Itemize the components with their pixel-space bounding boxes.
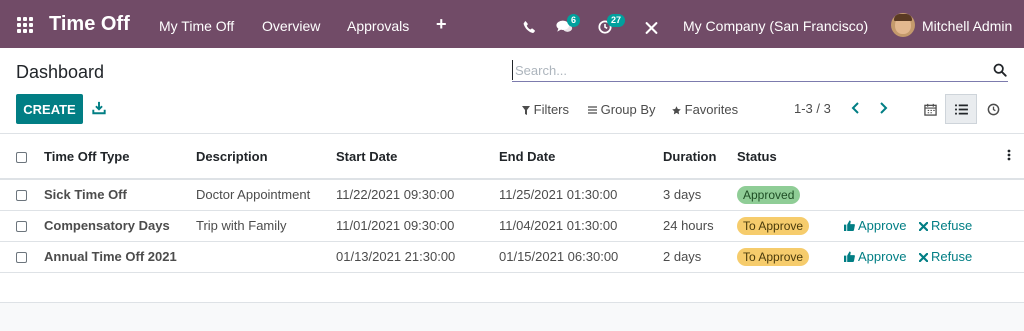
thumbs-up-icon: [844, 251, 855, 262]
table-row[interactable]: Compensatory Days Trip with Family 11/01…: [0, 210, 1024, 242]
approve-label: Approve: [858, 249, 907, 264]
row-checkbox[interactable]: [16, 190, 27, 202]
cell-end-date: 01/15/2021 06:30:00: [499, 241, 663, 273]
list-footer: [0, 302, 1024, 331]
app-title[interactable]: Time Off: [49, 13, 130, 35]
thumbs-up-icon: [844, 220, 855, 231]
phone-icon[interactable]: [523, 18, 536, 36]
status-badge: To Approve: [737, 247, 810, 266]
time-off-list: Time Off Type Description Start Date End…: [0, 135, 1024, 273]
group-by-icon: [588, 106, 597, 114]
activity-view-button[interactable]: [977, 94, 1009, 124]
user-menu[interactable]: Mitchell Admin: [922, 18, 1012, 34]
pager-value[interactable]: 1-3 / 3: [794, 101, 831, 116]
cell-refuse-empty: [919, 179, 994, 211]
new-menu-plus-icon[interactable]: +: [436, 15, 447, 33]
page-title: Dashboard: [16, 62, 105, 82]
table-row[interactable]: Annual Time Off 2021 01/13/2021 21:30:00…: [0, 241, 1024, 273]
cell-start-date: 11/22/2021 09:30:00: [336, 179, 499, 211]
filters-label: Filters: [533, 102, 570, 117]
cell-start-date: 11/01/2021 09:30:00: [336, 210, 499, 242]
approve-label: Approve: [858, 218, 907, 233]
kebab-menu-icon: [1007, 149, 1011, 161]
messages-badge: 6: [567, 14, 581, 27]
cell-time-off-type: Compensatory Days: [44, 210, 196, 242]
control-panel: Dashboard CREATE Filters Group By Favori…: [0, 48, 1024, 134]
row-checkbox[interactable]: [16, 252, 27, 264]
list-view-button[interactable]: [945, 94, 977, 124]
close-icon: [918, 221, 929, 232]
top-navbar: Time Off My Time Off Overview Approvals …: [0, 0, 1024, 48]
row-checkbox[interactable]: [16, 221, 27, 233]
list-icon: [954, 103, 968, 115]
debug-tools-icon[interactable]: [645, 19, 658, 37]
table-row[interactable]: Sick Time Off Doctor Appointment 11/22/2…: [0, 179, 1024, 211]
column-header[interactable]: Description: [196, 135, 336, 180]
status-badge: Approved: [737, 185, 801, 204]
column-header[interactable]: Time Off Type: [44, 135, 196, 180]
cell-time-off-type: Sick Time Off: [44, 179, 196, 211]
cell-time-off-type: Annual Time Off 2021: [44, 241, 196, 273]
activities-badge: 27: [607, 14, 626, 27]
optional-columns-toggle[interactable]: [994, 135, 1024, 180]
close-icon: [918, 252, 929, 263]
company-switcher[interactable]: My Company (San Francisco): [683, 18, 868, 34]
menu-approvals[interactable]: Approvals: [347, 18, 409, 34]
menu-overview[interactable]: Overview: [262, 18, 320, 34]
group-by-button[interactable]: Group By: [588, 102, 656, 117]
user-avatar[interactable]: [891, 13, 915, 37]
filters-button[interactable]: Filters: [522, 102, 569, 117]
cell-approve-empty: [840, 179, 919, 211]
refuse-label: Refuse: [931, 218, 973, 233]
column-header[interactable]: Status: [737, 135, 840, 180]
create-button[interactable]: CREATE: [16, 94, 83, 124]
cell-duration: 3 days: [663, 179, 737, 211]
search-bar: [512, 58, 1008, 82]
cell-duration: 2 days: [663, 241, 737, 273]
pager-next-icon[interactable]: [876, 101, 890, 115]
activity-clock-icon: [987, 103, 999, 115]
favorites-button[interactable]: Favorites: [672, 102, 738, 117]
cell-duration: 24 hours: [663, 210, 737, 242]
calendar-view-button[interactable]: [914, 94, 946, 124]
column-header[interactable]: End Date: [499, 135, 663, 180]
pager-previous-icon[interactable]: [849, 101, 863, 115]
status-badge: To Approve: [737, 216, 810, 235]
download-icon[interactable]: [92, 101, 106, 115]
refuse-button[interactable]: Refuse: [918, 218, 973, 233]
refuse-button[interactable]: Refuse: [918, 249, 973, 264]
column-header-actions: [919, 135, 994, 180]
cell-description: Trip with Family: [196, 210, 336, 242]
approve-button[interactable]: Approve: [844, 249, 906, 264]
approve-button[interactable]: Approve: [844, 218, 906, 233]
column-header[interactable]: Start Date: [336, 135, 499, 180]
search-input[interactable]: [512, 60, 982, 80]
select-all-checkbox[interactable]: [16, 152, 27, 164]
cell-description: Doctor Appointment: [196, 179, 336, 211]
cell-end-date: 11/25/2021 01:30:00: [499, 179, 663, 211]
filter-icon: [522, 106, 530, 115]
star-icon: [672, 106, 681, 115]
column-header[interactable]: Duration: [663, 135, 737, 180]
cell-end-date: 11/04/2021 01:30:00: [499, 210, 663, 242]
apps-menu-icon[interactable]: [17, 17, 33, 33]
column-header-actions: [840, 135, 919, 180]
favorites-label: Favorites: [684, 102, 739, 117]
refuse-label: Refuse: [931, 249, 973, 264]
calendar-icon: [923, 103, 937, 116]
search-icon[interactable]: [993, 63, 1007, 77]
group-by-label: Group By: [600, 102, 656, 117]
cell-description: [196, 241, 336, 273]
cell-start-date: 01/13/2021 21:30:00: [336, 241, 499, 273]
menu-my-time-off[interactable]: My Time Off: [159, 18, 234, 34]
table-header-row: Time Off Type Description Start Date End…: [0, 135, 1024, 180]
select-all-cell: [0, 135, 44, 180]
